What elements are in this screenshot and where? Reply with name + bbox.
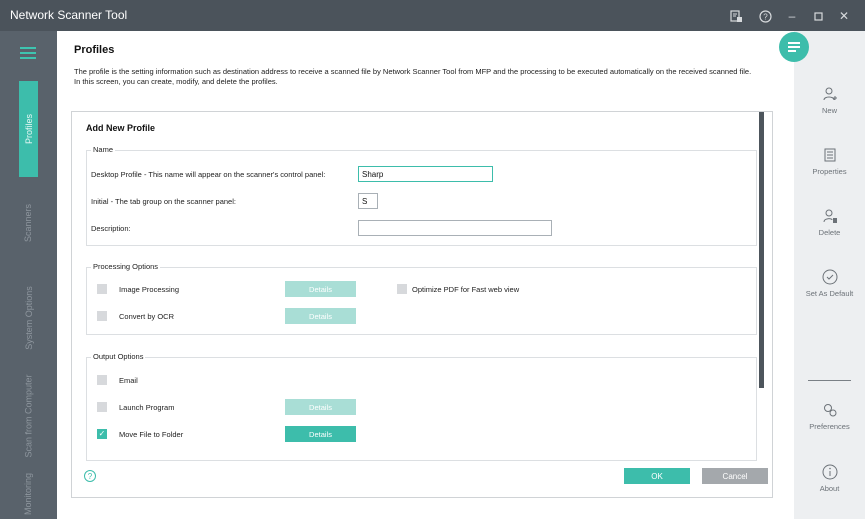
delete-label: Delete <box>818 228 841 237</box>
nav-item-scan-from-computer[interactable]: Scan from Computer <box>19 367 38 465</box>
nav-item-label: Scanners <box>23 203 34 243</box>
about-label: About <box>819 484 840 493</box>
ok-button[interactable]: OK <box>624 468 690 484</box>
minimize-icon[interactable]: – <box>782 6 802 26</box>
email-label: Email <box>119 376 138 385</box>
divider <box>808 380 851 381</box>
nav-item-monitoring[interactable]: Monitoring <box>19 471 38 517</box>
page-title: Profiles <box>74 44 115 56</box>
desktop-profile-label: Desktop Profile - This name will appear … <box>91 170 326 179</box>
launch-program-label: Launch Program <box>119 403 175 412</box>
email-checkbox[interactable] <box>97 375 107 385</box>
title-bar: Network Scanner Tool ? – ✕ <box>0 0 865 31</box>
name-group: Name Desktop Profile - This name will ap… <box>86 145 757 246</box>
right-panel: New Properties Delete Set As Default Pre… <box>794 31 865 519</box>
nav-item-scanners[interactable]: Scanners <box>19 183 38 263</box>
processing-options-group: Processing Options Image Processing Deta… <box>86 262 757 335</box>
nav-item-label: Scan from Computer <box>23 374 34 458</box>
convert-ocr-details-button[interactable]: Details <box>285 308 356 324</box>
optimize-pdf-label: Optimize PDF for Fast web view <box>412 285 520 294</box>
nav-item-label: Monitoring <box>23 472 34 516</box>
gear-icon <box>823 404 836 417</box>
properties-label: Properties <box>812 167 847 176</box>
description-input[interactable] <box>358 220 552 236</box>
new-label: New <box>821 106 837 115</box>
scrollbar[interactable] <box>759 112 764 388</box>
initial-input[interactable]: S <box>358 193 378 209</box>
group-legend: Processing Options <box>91 262 161 271</box>
convert-ocr-checkbox[interactable] <box>97 311 107 321</box>
initial-label: Initial - The tab group on the scanner p… <box>91 197 236 206</box>
maximize-icon[interactable] <box>808 6 828 26</box>
preferences-button[interactable]: Preferences <box>794 402 865 431</box>
cancel-button[interactable]: Cancel <box>702 468 768 484</box>
group-legend: Name <box>91 145 116 154</box>
app-title: Network Scanner Tool <box>10 8 128 22</box>
desktop-profile-input[interactable]: Sharp <box>358 166 493 182</box>
form-title: Add New Profile <box>86 123 156 133</box>
page-description-line: The profile is the setting information s… <box>74 67 752 76</box>
help-icon[interactable]: ? <box>755 6 775 26</box>
move-file-checkbox[interactable]: ✓ <box>97 429 107 439</box>
svg-text:?: ? <box>763 12 768 21</box>
nav-item-label: Profiles <box>23 113 34 145</box>
image-processing-details-button[interactable]: Details <box>285 281 356 297</box>
new-button[interactable]: New <box>794 86 865 115</box>
launch-program-details-button[interactable]: Details <box>285 399 356 415</box>
nav-item-label: System Options <box>23 286 34 350</box>
optimize-pdf-checkbox[interactable] <box>397 284 407 294</box>
output-options-group: Output Options Email Launch Program Deta… <box>86 352 757 461</box>
convert-ocr-label: Convert by OCR <box>119 312 175 321</box>
launch-program-checkbox[interactable] <box>97 402 107 412</box>
properties-icon <box>824 148 835 162</box>
scanner-icon[interactable] <box>726 6 746 26</box>
move-file-label: Move File to Folder <box>119 430 184 439</box>
menu-icon[interactable] <box>20 47 36 59</box>
delete-user-icon <box>823 209 837 223</box>
move-file-details-button[interactable]: Details <box>285 426 356 442</box>
main-panel: Profiles The profile is the setting info… <box>57 31 794 519</box>
properties-button[interactable]: Properties <box>794 147 865 176</box>
add-user-icon <box>823 87 837 101</box>
delete-button[interactable]: Delete <box>794 208 865 237</box>
group-legend: Output Options <box>91 352 146 361</box>
info-icon <box>822 464 837 480</box>
set-default-label: Set As Default <box>805 289 854 298</box>
left-nav: Profiles Scanners System Options Scan fr… <box>0 31 57 519</box>
description-label: Description: <box>91 224 131 233</box>
close-icon[interactable]: ✕ <box>834 6 854 26</box>
page-description-line: In this screen, you can create, modify, … <box>74 76 278 86</box>
image-processing-checkbox[interactable] <box>97 284 107 294</box>
add-profile-card: Add New Profile Name Desktop Profile - T… <box>71 111 773 498</box>
image-processing-label: Image Processing <box>119 285 180 294</box>
preferences-label: Preferences <box>809 422 850 431</box>
nav-item-profiles[interactable]: Profiles <box>19 81 38 177</box>
check-circle-icon <box>822 269 837 285</box>
nav-item-system-options[interactable]: System Options <box>19 277 38 359</box>
menu-toggle-button[interactable] <box>779 32 809 62</box>
page-description: The profile is the setting information s… <box>74 67 774 86</box>
help-icon[interactable]: ? <box>84 470 96 482</box>
about-button[interactable]: About <box>794 464 865 493</box>
set-default-button[interactable]: Set As Default <box>794 269 865 298</box>
